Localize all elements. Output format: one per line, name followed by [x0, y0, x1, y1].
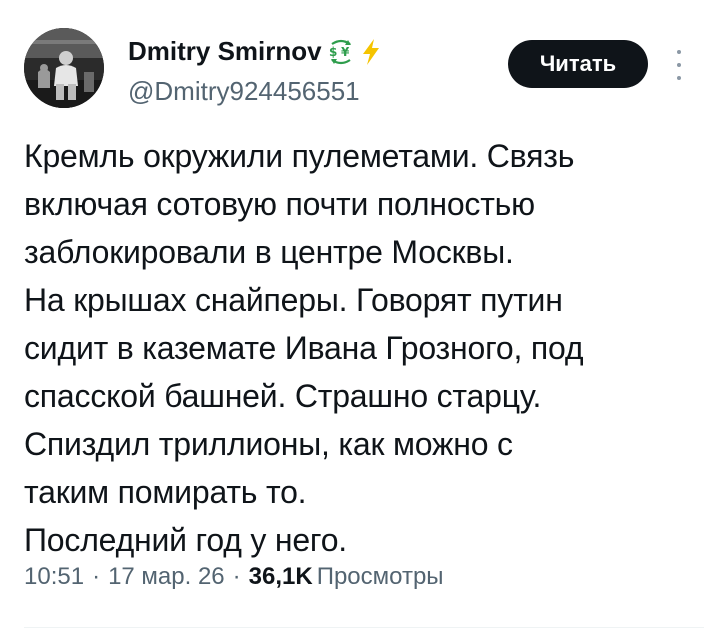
tweet-line: На крышах снайперы. Говорят путин	[24, 282, 563, 318]
meta-separator: ·	[92, 563, 101, 590]
follow-button[interactable]: Читать	[508, 40, 648, 88]
tweet-line: включая сотовую почти полностью	[24, 186, 535, 222]
more-vertical-icon[interactable]	[673, 50, 685, 80]
tweet-date[interactable]: 17 мар. 26	[108, 563, 225, 591]
author-name-row[interactable]: Dmitry Smirnov $ ¥	[128, 36, 382, 67]
lightning-icon	[360, 38, 382, 66]
tweet-line: Спиздил триллионы, как можно с	[24, 426, 513, 462]
currency-exchange-icon: $ ¥	[328, 38, 354, 66]
avatar-photo	[24, 28, 104, 108]
author-handle[interactable]: @Dmitry924456551	[128, 76, 360, 107]
tweet-text: Кремль окружили пулеметами. Связь включа…	[24, 132, 704, 564]
svg-text:¥: ¥	[341, 45, 350, 59]
views-label: Просмотры	[316, 563, 444, 590]
tweet-line: спасской башней. Страшно старцу.	[24, 378, 542, 414]
tweet-line: заблокировали в центре Москвы.	[24, 234, 514, 270]
views-count: 36,1K	[248, 563, 313, 590]
tweet-meta: 10:51 · 17 мар. 26 · 36,1K Просмотры	[24, 563, 444, 591]
tweet-line: Последний год у него.	[24, 522, 347, 558]
author-display-name[interactable]: Dmitry Smirnov	[128, 36, 322, 67]
avatar[interactable]	[24, 28, 104, 108]
svg-text:$: $	[329, 45, 337, 59]
tweet-line: Кремль окружили пулеметами. Связь	[24, 138, 575, 174]
tweet-time[interactable]: 10:51	[24, 563, 84, 591]
meta-separator: ·	[232, 563, 241, 590]
tweet-line: сидит в каземате Ивана Грозного, под	[24, 330, 584, 366]
tweet-line: таким помирать то.	[24, 474, 307, 510]
divider	[24, 627, 704, 628]
